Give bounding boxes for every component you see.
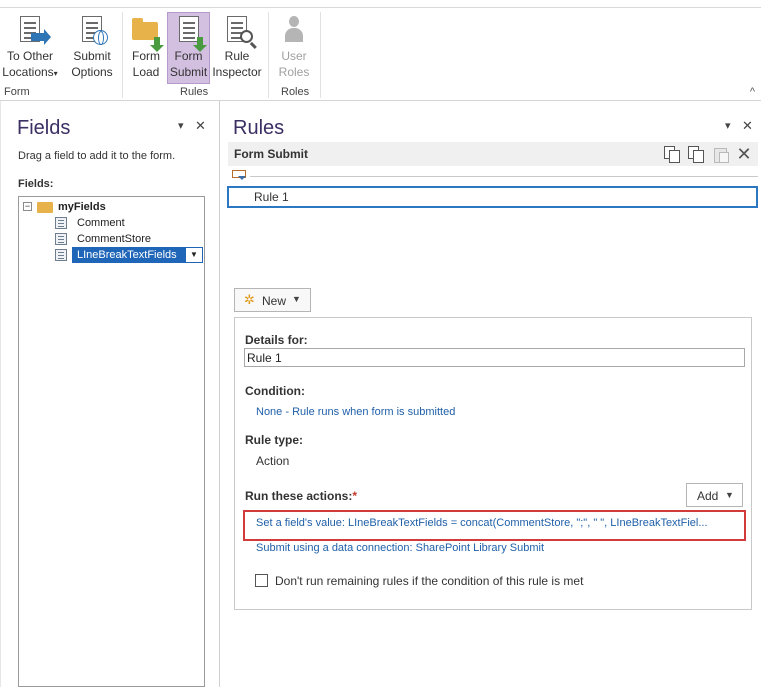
tree-root-myfields[interactable]: − myFields: [23, 199, 203, 215]
pane-divider[interactable]: [219, 101, 220, 687]
tree-field-comment[interactable]: Comment: [55, 215, 195, 231]
rules-pane-menu-icon[interactable]: ▾: [725, 119, 731, 132]
rule-inspector-button[interactable]: Rule Inspector: [211, 14, 263, 80]
chevron-down-icon: ▼: [292, 294, 301, 304]
folder-icon: [37, 202, 53, 213]
new-rule-button[interactable]: ✲ New ▼: [234, 288, 311, 312]
submit-options-label-1: Submit: [73, 49, 111, 63]
collapse-icon[interactable]: −: [23, 202, 32, 211]
ribbon: To Other Locations▾ Submit Options Form …: [0, 0, 761, 101]
new-rule-button-label: New: [262, 294, 287, 308]
user-roles-icon: [278, 14, 310, 46]
tree-root-label: myFields: [58, 201, 106, 213]
to-other-locations-button[interactable]: To Other Locations▾: [0, 14, 60, 82]
form-submit-label-2: Submit: [169, 65, 208, 79]
details-for-label: Details for:: [245, 333, 308, 347]
rule-type-value: Action: [256, 454, 290, 468]
copy-all-rules-icon[interactable]: [688, 146, 704, 163]
collapse-ribbon-icon[interactable]: ^: [750, 86, 755, 98]
rules-subheader: Form Submit ✕: [228, 142, 758, 166]
ribbon-group-separator: [122, 12, 123, 98]
new-rule-icon: ✲: [244, 292, 255, 307]
rule-details-panel: Details for: Condition: None - Rule runs…: [234, 317, 752, 610]
delete-rule-icon[interactable]: ✕: [736, 145, 752, 163]
rules-pane-title: Rules: [233, 117, 285, 139]
form-load-label-2: Load: [132, 65, 160, 79]
user-roles-label-1: User: [281, 49, 307, 63]
condition-label: Condition:: [245, 384, 305, 398]
dont-run-remaining-label: Don't run remaining rules if the conditi…: [275, 574, 584, 588]
field-dropdown-icon[interactable]: ▼: [185, 247, 203, 263]
rules-pane-close-icon[interactable]: ✕: [742, 118, 753, 134]
paste-rule-icon[interactable]: [713, 146, 729, 163]
form-submit-button[interactable]: Form Submit: [167, 12, 210, 84]
ribbon-top-border: [0, 7, 761, 8]
rule-list-item-label: Rule 1: [254, 190, 289, 204]
tree-field-commentstore[interactable]: CommentStore: [55, 231, 195, 247]
fields-pane-close-icon[interactable]: ✕: [195, 118, 206, 134]
rule-name-input[interactable]: [244, 348, 745, 367]
fields-hint: Drag a field to add it to the form.: [18, 150, 176, 162]
submit-options-button[interactable]: Submit Options: [66, 14, 118, 80]
form-load-button[interactable]: Form Load: [126, 14, 166, 80]
ribbon-group-separator: [268, 12, 269, 98]
tree-field-label-selected: LIneBreakTextFields: [72, 247, 185, 263]
user-roles-label-2: Roles: [278, 65, 310, 79]
rule-inspector-icon: [221, 14, 253, 46]
submit-options-icon: [76, 14, 108, 46]
rule-type-label: Rule type:: [245, 433, 304, 447]
chevron-down-icon: ▾: [53, 69, 58, 78]
rule-separator: [250, 176, 758, 177]
field-icon: [55, 217, 67, 229]
action-link-set-field[interactable]: Set a field's value: LIneBreakTextFields…: [256, 517, 708, 529]
add-action-button[interactable]: Add ▼: [686, 483, 743, 507]
rule-list-item[interactable]: Rule 1: [227, 186, 758, 208]
fields-pane-title: Fields: [17, 117, 71, 139]
group-label-rules: Rules: [180, 86, 209, 98]
copy-rule-icon[interactable]: [664, 146, 680, 163]
form-submit-icon: [173, 14, 207, 52]
export-document-icon: [14, 14, 51, 46]
condition-link[interactable]: None - Rule runs when form is submitted: [256, 406, 455, 418]
rule-inspector-label-2: Inspector: [212, 65, 262, 79]
chevron-down-icon: ▼: [725, 490, 734, 500]
group-label-form: Form: [4, 86, 30, 98]
field-icon: [55, 233, 67, 245]
actions-label: Run these actions:*: [245, 489, 358, 503]
group-label-roles: Roles: [281, 86, 310, 98]
user-roles-button[interactable]: User Roles: [272, 14, 316, 80]
dont-run-remaining-checkbox[interactable]: [255, 574, 268, 587]
field-icon: [55, 249, 67, 261]
required-mark: *: [352, 489, 358, 503]
rule-inspector-label-1: Rule: [224, 49, 250, 63]
tree-field-label: Comment: [77, 217, 125, 229]
fields-pane-menu-icon[interactable]: ▾: [178, 119, 184, 132]
to-other-locations-label-1: To Other: [6, 49, 54, 63]
fields-tree: − myFields Comment CommentStore LIneBrea…: [18, 196, 205, 687]
ribbon-group-separator: [320, 12, 321, 98]
action-link-submit[interactable]: Submit using a data connection: SharePoi…: [256, 542, 544, 554]
fields-label: Fields:: [18, 178, 54, 190]
form-load-icon: [130, 14, 164, 52]
rules-subheader-title: Form Submit: [234, 147, 308, 161]
tree-field-linebreaktextfields[interactable]: LIneBreakTextFields ▼: [55, 247, 205, 263]
rule-insert-marker-icon: [232, 170, 246, 181]
add-action-button-label: Add: [697, 489, 719, 503]
window-edge: [0, 101, 1, 687]
submit-options-label-2: Options: [71, 65, 113, 79]
to-other-locations-label-2: Locations: [2, 65, 54, 79]
tree-field-label: CommentStore: [77, 233, 151, 245]
